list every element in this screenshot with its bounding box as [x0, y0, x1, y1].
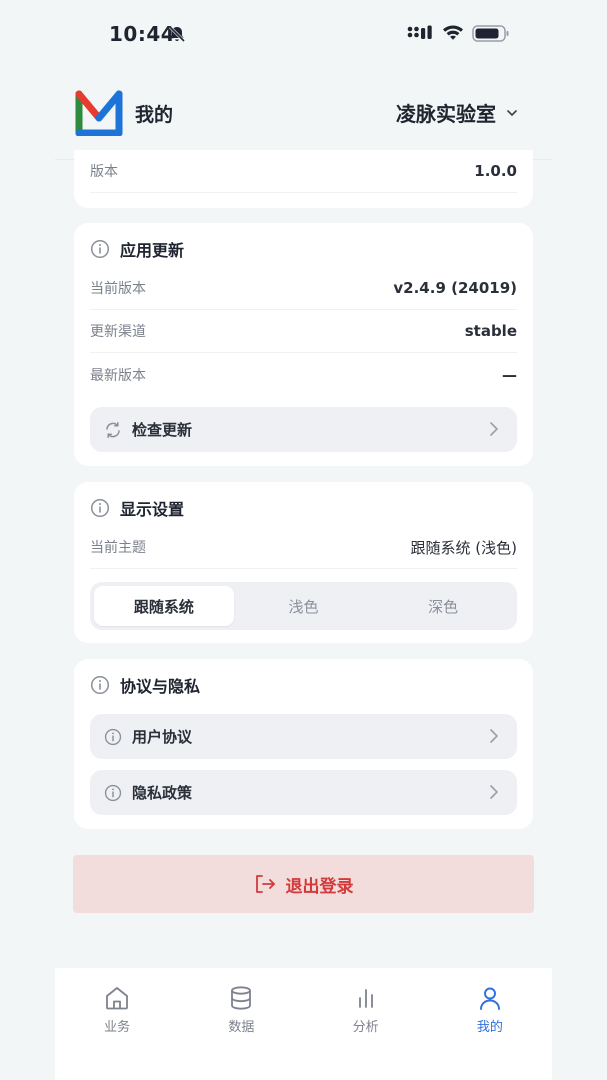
- logout-button[interactable]: 退出登录: [73, 855, 534, 913]
- row-value: v2.4.9 (24019): [393, 279, 517, 297]
- row-value: —: [502, 365, 517, 384]
- privacy-card: 协议与隐私 用户协议 隐私政策: [74, 659, 533, 829]
- database-icon: [231, 986, 252, 1010]
- row-label: 当前版本: [90, 281, 146, 297]
- row-label: 更新渠道: [90, 324, 146, 340]
- display-card-header: 显示设置: [90, 496, 184, 520]
- user-icon: [479, 987, 500, 1010]
- tab-mine[interactable]: 我的: [428, 968, 552, 1080]
- tab-analysis[interactable]: 分析: [304, 968, 428, 1080]
- logout-label: 退出登录: [285, 876, 354, 897]
- version-value: 1.0.0: [474, 162, 517, 180]
- wifi-icon: [443, 25, 463, 40]
- row-label: 最新版本: [90, 367, 146, 384]
- tab-label: 数据: [228, 1020, 255, 1035]
- tab-label: 我的: [476, 1020, 503, 1035]
- refresh-icon: [106, 421, 120, 438]
- about-card: 版本 1.0.0: [74, 150, 533, 208]
- check-update-button[interactable]: 检查更新: [90, 407, 517, 452]
- privacy-policy-button[interactable]: 隐私政策: [90, 770, 517, 815]
- chevron-right-icon: [490, 785, 499, 799]
- tab-label: 业务: [104, 1020, 131, 1035]
- app-header: 我的 凌脉实验室: [55, 80, 552, 160]
- privacy-card-header: 协议与隐私: [90, 673, 200, 697]
- theme-value: 跟随系统 (浅色): [410, 538, 517, 557]
- info-icon: [104, 784, 122, 801]
- user-agreement-label: 用户协议: [132, 728, 193, 746]
- bell-muted-icon: [168, 25, 186, 43]
- display-settings-card: 显示设置 当前主题 跟随系统 (浅色) 跟随系统 浅色 深色: [74, 482, 533, 643]
- org-switcher[interactable]: 凌脉实验室: [396, 98, 518, 127]
- update-card: 应用更新 当前版本 v2.4.9 (24019) 更新渠道 stable 最新版…: [74, 223, 533, 466]
- page-title: 我的: [135, 104, 174, 126]
- theme-segmented-control: 跟随系统 浅色 深色: [90, 582, 517, 630]
- screen: 10:44 我的 凌脉实验室 版本 1.0.0 应用更新 当前版本 v2.4.9…: [0, 0, 607, 1080]
- info-icon: [90, 498, 110, 518]
- user-agreement-button[interactable]: 用户协议: [90, 714, 517, 759]
- version-label: 版本: [90, 164, 118, 180]
- tab-data[interactable]: 数据: [179, 968, 303, 1080]
- info-icon: [90, 239, 110, 259]
- chevron-right-icon: [490, 422, 499, 436]
- logout-icon: [255, 875, 275, 893]
- theme-label: 当前主题: [90, 540, 146, 556]
- theme-option-dark[interactable]: 深色: [373, 586, 513, 626]
- version-row: 版本 1.0.0: [90, 150, 517, 193]
- chevron-right-icon: [490, 729, 499, 743]
- info-icon: [104, 728, 122, 745]
- bar-chart-icon: [358, 989, 373, 1008]
- tab-business[interactable]: 业务: [55, 968, 179, 1080]
- status-time: 10:44: [109, 22, 176, 46]
- update-channel-row: 更新渠道 stable: [90, 310, 517, 353]
- latest-version-row: 最新版本 —: [90, 353, 517, 396]
- privacy-policy-label: 隐私政策: [132, 784, 193, 802]
- org-name: 凌脉实验室: [396, 102, 496, 126]
- cellular-signal-icon: [407, 25, 432, 39]
- update-card-title: 应用更新: [120, 241, 185, 260]
- chevron-down-icon: [507, 109, 517, 116]
- current-version-row: 当前版本 v2.4.9 (24019): [90, 267, 517, 310]
- row-value: stable: [464, 322, 517, 340]
- battery-icon: [472, 25, 509, 42]
- home-icon: [106, 987, 129, 1010]
- app-logo-icon: [75, 90, 123, 136]
- tab-label: 分析: [352, 1020, 379, 1035]
- current-theme-row: 当前主题 跟随系统 (浅色): [90, 526, 517, 569]
- display-card-title: 显示设置: [120, 500, 185, 519]
- update-card-header: 应用更新: [90, 237, 184, 261]
- theme-option-system[interactable]: 跟随系统: [94, 586, 234, 626]
- check-update-label: 检查更新: [132, 421, 193, 439]
- bottom-tab-bar: 业务 数据 分析 我的: [55, 968, 552, 1080]
- info-icon: [90, 675, 110, 695]
- theme-option-light[interactable]: 浅色: [234, 586, 374, 626]
- privacy-card-title: 协议与隐私: [120, 677, 201, 696]
- status-bar: 10:44: [0, 0, 607, 70]
